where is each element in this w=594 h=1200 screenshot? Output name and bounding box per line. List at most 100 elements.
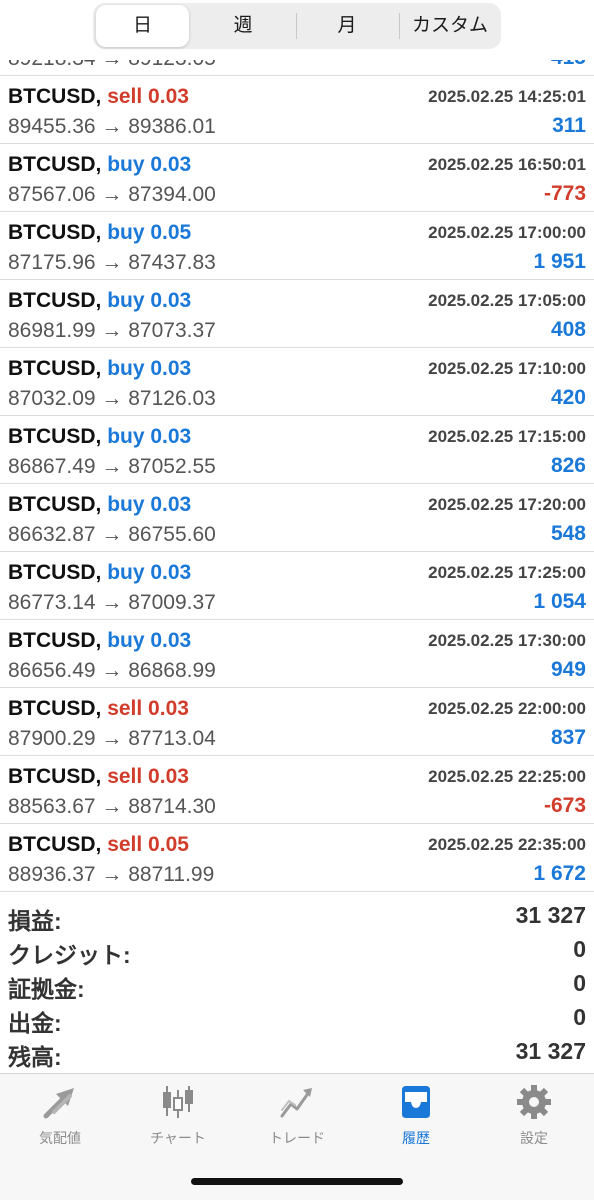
deal-side-volume: buy 0.05 bbox=[107, 221, 192, 244]
gear-icon bbox=[517, 1085, 551, 1119]
deal-prices: 88563.67 → 88714.30 bbox=[8, 795, 216, 818]
deal-row[interactable]: BTCUSD, buy 0.03 2025.02.25 17:05:00 86981… bbox=[0, 280, 594, 348]
deal-row[interactable]: BTCUSD, buy 0.03 2025.02.25 17:10:00 87032… bbox=[0, 348, 594, 416]
deal-symbol-text: BTCUSD, bbox=[8, 85, 102, 108]
deal-profit: -673 bbox=[543, 794, 586, 817]
deal-symbol: BTCUSD, sell 0.05 bbox=[8, 833, 189, 857]
deal-profit: 949 bbox=[550, 658, 586, 681]
tab-label: 設定 bbox=[520, 1130, 548, 1146]
deal-symbol: BTCUSD, buy 0.05 bbox=[8, 221, 191, 245]
deal-side-volume: sell 0.05 bbox=[107, 833, 189, 856]
deal-symbol-text: BTCUSD, bbox=[8, 493, 102, 516]
quotes-arrows-icon bbox=[43, 1088, 74, 1119]
deal-side-volume: buy 0.03 bbox=[107, 629, 192, 652]
deal-prices: 87567.06 → 87394.00 bbox=[8, 183, 216, 206]
deal-prices: 89455.36 → 89386.01 bbox=[8, 115, 216, 138]
deal-profit: 1 951 bbox=[533, 250, 586, 273]
deal-side-volume: buy 0.03 bbox=[107, 289, 192, 312]
tab-settings[interactable]: 設定 bbox=[475, 1082, 593, 1152]
deal-prices: 86656.49 → 86868.99 bbox=[8, 659, 216, 682]
deal-symbol: BTCUSD, buy 0.03 bbox=[8, 289, 191, 313]
deal-row[interactable]: BTCUSD, sell 0.03 2025.02.25 22:00:00 8790… bbox=[0, 688, 594, 756]
deal-profit: -773 bbox=[543, 182, 586, 205]
tab-month[interactable]: 月 bbox=[297, 5, 397, 47]
deal-profit: 1 054 bbox=[533, 590, 586, 613]
deal-row[interactable]: BTCUSD, buy 0.03 2025.02.25 17:20:00 86632… bbox=[0, 484, 594, 552]
deal-profit: 1 672 bbox=[533, 862, 586, 885]
deal-symbol-text: BTCUSD, bbox=[8, 833, 102, 856]
deal-time: 2025.02.25 17:15:00 bbox=[428, 427, 586, 446]
summary-value: 0 bbox=[573, 970, 586, 996]
deal-symbol: BTCUSD, buy 0.03 bbox=[8, 425, 191, 449]
deal-symbol: BTCUSD, buy 0.03 bbox=[8, 629, 191, 653]
deal-side-volume: buy 0.03 bbox=[107, 357, 192, 380]
deal-symbol: BTCUSD, buy 0.03 bbox=[8, 561, 191, 585]
deal-symbol-text: BTCUSD, bbox=[8, 425, 102, 448]
tab-chart[interactable]: チャート bbox=[119, 1082, 237, 1152]
deal-symbol: BTCUSD, sell 0.03 bbox=[8, 85, 189, 109]
deal-profit: 311 bbox=[552, 114, 586, 137]
deal-prices: 87175.96 → 87437.83 bbox=[8, 251, 216, 274]
deal-time: 2025.02.25 22:35:00 bbox=[428, 835, 586, 854]
summary-label: 証拠金: bbox=[8, 976, 85, 1002]
tab-history[interactable]: 履歴 bbox=[357, 1082, 475, 1152]
deal-side-volume: buy 0.03 bbox=[107, 561, 192, 584]
deal-side-volume: sell 0.03 bbox=[107, 85, 189, 108]
deal-side-volume: sell 0.03 bbox=[107, 697, 189, 720]
deal-row[interactable]: BTCUSD, buy 0.03 2025.02.25 17:15:00 86867… bbox=[0, 416, 594, 484]
tab-label: 履歴 bbox=[402, 1130, 430, 1146]
deal-time: 2025.02.25 17:00:00 bbox=[428, 223, 586, 242]
deal-row[interactable]: BTCUSD, sell 0.03 2025.02.25 22:25:00 8856… bbox=[0, 756, 594, 824]
deal-row[interactable]: BTCUSD, buy 0.05 2025.02.25 17:00:00 87175… bbox=[0, 212, 594, 280]
deal-profit: 408 bbox=[550, 318, 586, 341]
deal-time: 2025.02.25 17:20:00 bbox=[428, 495, 586, 514]
summary-label: クレジット: bbox=[8, 942, 131, 968]
summary-label: 残高: bbox=[8, 1044, 62, 1070]
deal-symbol: BTCUSD, buy 0.03 bbox=[8, 153, 191, 177]
deal-prices: 86632.87 → 86755.60 bbox=[8, 523, 216, 546]
tab-label: チャート bbox=[150, 1130, 206, 1146]
tab-quotes[interactable]: 気配値 bbox=[1, 1082, 119, 1152]
deal-prices: 86867.49 → 87052.55 bbox=[8, 455, 216, 478]
summary-value: 0 bbox=[573, 1004, 586, 1030]
summary-withdrawal: 出金: 0 bbox=[0, 1002, 594, 1036]
deal-symbol-text: BTCUSD, bbox=[8, 561, 102, 584]
deal-symbol: BTCUSD, sell 0.03 bbox=[8, 765, 189, 789]
deal-prices: 86773.14 → 87009.37 bbox=[8, 591, 216, 614]
summary-value: 0 bbox=[573, 936, 586, 962]
deal-symbol: BTCUSD, buy 0.03 bbox=[8, 493, 191, 517]
tab-day[interactable]: 日 bbox=[96, 5, 189, 47]
tab-week[interactable]: 週 bbox=[193, 5, 293, 47]
tab-trade[interactable]: トレード bbox=[238, 1082, 356, 1152]
deal-row[interactable]: BTCUSD, buy 0.03 2025.02.25 17:25:00 86773… bbox=[0, 552, 594, 620]
deal-prices: 86981.99 → 87073.37 bbox=[8, 319, 216, 342]
deal-row[interactable]: BTCUSD, sell 0.03 2025.02.25 14:25:01 8945… bbox=[0, 76, 594, 144]
trade-trend-icon bbox=[280, 1088, 312, 1118]
tab-label: トレード bbox=[269, 1130, 325, 1146]
deal-side-volume: sell 0.03 bbox=[107, 765, 189, 788]
deal-side-volume: buy 0.03 bbox=[107, 493, 192, 516]
deal-symbol-text: BTCUSD, bbox=[8, 357, 102, 380]
deal-row[interactable]: BTCUSD, sell 0.05 2025.02.25 22:35:00 8893… bbox=[0, 824, 594, 892]
summary-value: 31 327 bbox=[515, 902, 586, 928]
deal-time: 2025.02.25 22:25:00 bbox=[428, 767, 586, 786]
deal-symbol-text: BTCUSD, bbox=[8, 697, 102, 720]
deal-row[interactable]: BTCUSD, buy 0.03 2025.02.25 16:50:01 87567… bbox=[0, 144, 594, 212]
period-segmented-control: 日 週 月 カスタム bbox=[93, 3, 501, 49]
tab-custom[interactable]: カスタム bbox=[400, 5, 500, 47]
deal-time: 2025.02.25 22:00:00 bbox=[428, 699, 586, 718]
deal-time: 2025.02.25 17:30:00 bbox=[428, 631, 586, 650]
deal-row[interactable]: BTCUSD, buy 0.03 2025.02.25 17:30:00 86656… bbox=[0, 620, 594, 688]
deal-side-volume: buy 0.03 bbox=[107, 425, 192, 448]
deal-prices: 88936.37 → 88711.99 bbox=[8, 863, 215, 886]
deal-symbol: BTCUSD, sell 0.03 bbox=[8, 697, 189, 721]
period-header: 日 週 月 カスタム bbox=[0, 0, 594, 60]
summary-credit: クレジット: 0 bbox=[0, 934, 594, 968]
deal-prices: 87032.09 → 87126.03 bbox=[8, 387, 216, 410]
deal-time: 2025.02.25 16:50:01 bbox=[428, 155, 586, 174]
deal-symbol-text: BTCUSD, bbox=[8, 289, 102, 312]
deal-profit: 826 bbox=[550, 454, 586, 477]
deal-profit: 420 bbox=[550, 386, 586, 409]
summary-profit: 損益: 31 327 bbox=[0, 900, 594, 934]
deal-time: 2025.02.25 17:10:00 bbox=[428, 359, 586, 378]
